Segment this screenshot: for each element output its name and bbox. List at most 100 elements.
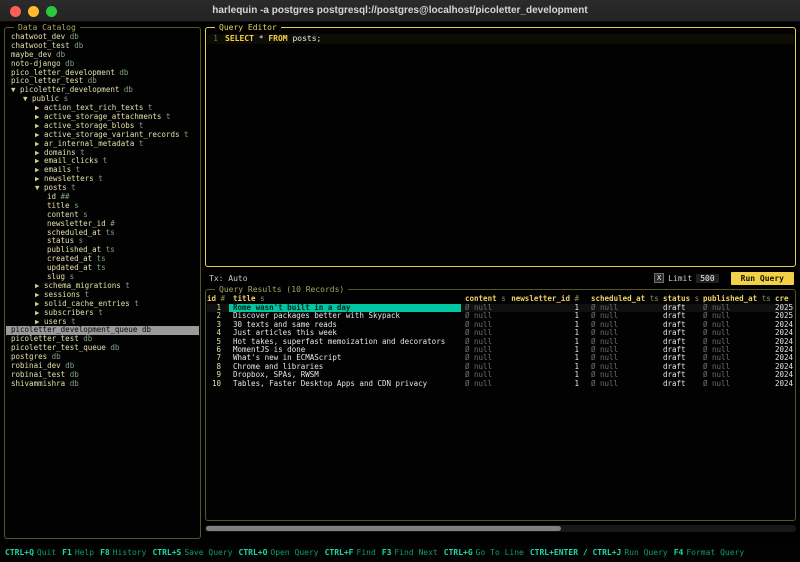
limit-checkbox-checked-icon[interactable]: X [654,273,664,283]
table-cell[interactable]: 9 [207,371,229,379]
chevron-right-icon[interactable]: ▶ [35,112,44,121]
catalog-item-updated_at[interactable]: updated_at ts [6,264,199,273]
table-cell[interactable]: Ø null [699,312,771,320]
table-cell[interactable]: 2024 [771,371,794,379]
table-cell[interactable]: Ø null [461,380,507,388]
close-button[interactable] [10,6,21,17]
catalog-item-shivammishra[interactable]: shivammishra db [6,380,199,389]
table-cell[interactable]: 2025 [771,304,794,312]
table-cell[interactable]: Discover packages better with Skypack [229,312,461,320]
chevron-right-icon[interactable]: ▶ [35,121,44,130]
table-cell[interactable]: draft [659,321,699,329]
table-cell[interactable]: 2024 [771,380,794,388]
table-cell[interactable]: Ø null [461,363,507,371]
chevron-down-icon[interactable]: ▼ [11,85,20,94]
table-cell[interactable]: Ø null [587,329,659,337]
table-cell[interactable]: Ø null [461,304,507,312]
column-header-title[interactable]: title s [229,295,461,304]
table-cell[interactable]: Ø null [587,380,659,388]
catalog-item-scheduled_at[interactable]: scheduled_at ts [6,229,199,238]
keybinding-history[interactable]: F8History [100,548,146,557]
keybinding-format-query[interactable]: F4Format Query [674,548,744,557]
table-cell[interactable]: Ø null [699,354,771,362]
table-cell[interactable]: Ø null [587,304,659,312]
transaction-mode-toggle[interactable]: Tx: Auto [205,274,248,283]
table-cell[interactable]: Ø null [461,329,507,337]
chevron-down-icon[interactable]: ▼ [23,94,32,103]
table-cell[interactable]: draft [659,329,699,337]
table-cell[interactable]: 2024 [771,363,794,371]
run-query-button[interactable]: Run Query [731,272,794,285]
table-cell[interactable]: Ø null [587,338,659,346]
editor-code-line[interactable]: SELECT * FROM posts; [223,34,794,44]
table-cell[interactable]: draft [659,304,699,312]
editor-code-area[interactable]: 1 SELECT * FROM posts; [207,34,794,44]
column-header-status[interactable]: status s [659,295,699,304]
keybinding-go-to-line[interactable]: CTRL+GGo To Line [444,548,524,557]
table-cell[interactable]: Ø null [587,363,659,371]
minimize-button[interactable] [28,6,39,17]
table-cell[interactable]: Ø null [699,380,771,388]
table-cell[interactable]: Ø null [587,312,659,320]
column-header-id[interactable]: id # [207,295,229,304]
table-cell[interactable]: Chrome and libraries [229,363,461,371]
catalog-item-id[interactable]: id ## [6,193,199,202]
chevron-right-icon[interactable]: ▶ [35,174,44,183]
table-cell[interactable]: Ø null [461,338,507,346]
chevron-right-icon[interactable]: ▶ [35,139,44,148]
table-cell[interactable]: What's new in ECMAScript [229,354,461,362]
keybinding-open-query[interactable]: CTRL+OOpen Query [239,548,319,557]
table-cell[interactable]: 3 [207,321,229,329]
table-cell[interactable]: Ø null [699,346,771,354]
table-cell[interactable]: draft [659,338,699,346]
table-cell[interactable]: 2 [207,312,229,320]
table-cell[interactable]: 2024 [771,321,794,329]
table-cell[interactable]: Ø null [699,371,771,379]
table-cell[interactable]: Ø null [587,346,659,354]
chevron-right-icon[interactable]: ▶ [35,317,44,326]
catalog-item-title[interactable]: title s [6,202,199,211]
table-cell[interactable]: 1 [507,346,587,354]
table-cell[interactable]: Ø null [461,346,507,354]
chevron-down-icon[interactable]: ▼ [35,183,44,192]
scrollbar-thumb[interactable] [206,526,561,531]
table-cell[interactable]: 10 [207,380,229,388]
table-cell[interactable]: draft [659,312,699,320]
limit-value-input[interactable]: 500 [696,274,718,283]
table-cell[interactable]: Rome wasn't built in a day [229,304,461,312]
table-cell[interactable]: Ø null [461,312,507,320]
table-cell[interactable]: Ø null [699,329,771,337]
table-cell[interactable]: 1 [507,354,587,362]
chevron-right-icon[interactable]: ▶ [35,130,44,139]
table-cell[interactable]: 7 [207,354,229,362]
table-cell[interactable]: 1 [207,304,229,312]
table-cell[interactable]: Ø null [699,363,771,371]
table-cell[interactable]: 2024 [771,354,794,362]
column-header-content[interactable]: content s [461,295,507,304]
chevron-right-icon[interactable]: ▶ [35,299,44,308]
horizontal-scrollbar[interactable] [205,525,796,532]
chevron-right-icon[interactable]: ▶ [35,156,44,165]
table-cell[interactable]: 2025 [771,312,794,320]
table-cell[interactable]: 4 [207,329,229,337]
column-header-cre[interactable]: cre [771,295,794,304]
chevron-right-icon[interactable]: ▶ [35,148,44,157]
table-cell[interactable]: 6 [207,346,229,354]
table-cell[interactable]: draft [659,354,699,362]
chevron-right-icon[interactable]: ▶ [35,290,44,299]
column-header-scheduled_at[interactable]: scheduled_at ts [587,295,659,304]
keybinding-find[interactable]: CTRL+FFind [325,548,376,557]
table-cell[interactable]: Ø null [461,371,507,379]
table-cell[interactable]: draft [659,380,699,388]
table-cell[interactable]: Ø null [587,321,659,329]
keybinding-help[interactable]: F1Help [62,548,94,557]
table-cell[interactable]: 1 [507,371,587,379]
table-cell[interactable]: Ø null [461,354,507,362]
chevron-right-icon[interactable]: ▶ [35,165,44,174]
table-cell[interactable]: Ø null [699,321,771,329]
table-cell[interactable]: draft [659,346,699,354]
table-cell[interactable]: 1 [507,329,587,337]
table-cell[interactable]: Hot takes, superfast memoization and dec… [229,338,461,346]
table-cell[interactable]: Ø null [587,354,659,362]
table-cell[interactable]: 8 [207,363,229,371]
